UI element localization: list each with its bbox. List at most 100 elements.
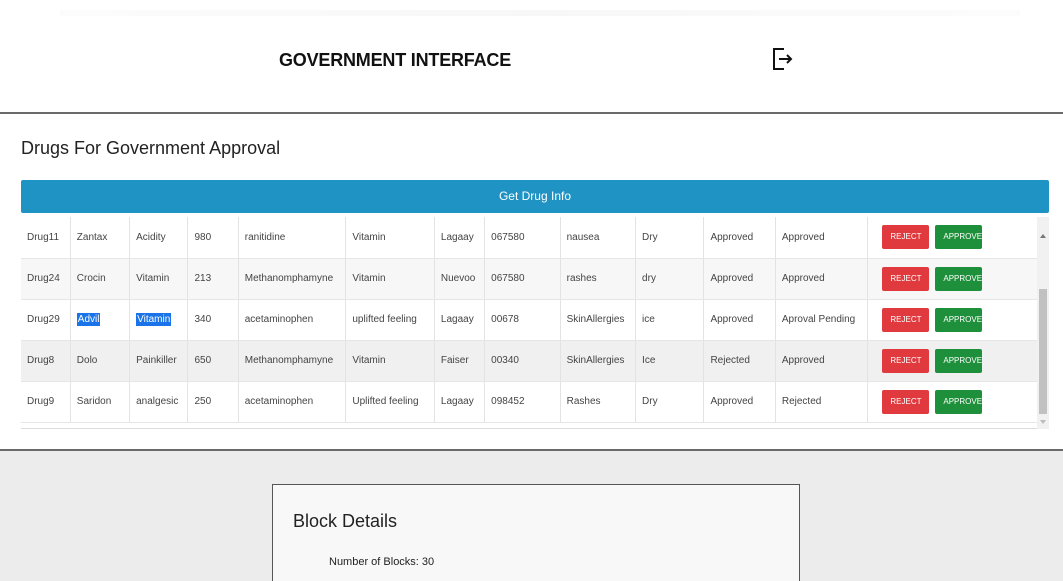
cell-text: Approved bbox=[781, 273, 825, 284]
cell-qty: 340 bbox=[187, 299, 239, 341]
cell-status1: Approved bbox=[703, 381, 776, 423]
get-drug-info-button[interactable]: Get Drug Info bbox=[21, 180, 1049, 213]
cell-category: Vitamin bbox=[129, 299, 189, 341]
cell-text: Methanomphamyne bbox=[244, 355, 334, 366]
page-title: GOVERNMENT INTERFACE bbox=[279, 50, 512, 70]
cell-status1: Rejected bbox=[703, 340, 776, 382]
cell-text: ice bbox=[642, 314, 655, 325]
cell-text: ranitidine bbox=[244, 231, 286, 243]
cell-storage: Dry bbox=[635, 217, 705, 259]
cell-text: Approved bbox=[710, 273, 754, 284]
reject-button[interactable]: REJECT bbox=[882, 307, 930, 332]
cell-text: 213 bbox=[194, 273, 212, 284]
cell-text: Painkiller bbox=[136, 355, 177, 366]
cell-text: Lagaay bbox=[440, 314, 474, 325]
cell-name: Advil bbox=[70, 299, 131, 341]
cell-text: Approved bbox=[781, 231, 825, 243]
header-divider bbox=[0, 112, 1063, 114]
cell-composition: Methanomphamyne bbox=[238, 258, 347, 300]
cell-text: Aproval Pending bbox=[781, 314, 856, 325]
cell-storage: ice bbox=[635, 299, 705, 341]
cell-manufacturer: Lagaay bbox=[434, 381, 486, 423]
cell-name: Crocin bbox=[70, 258, 131, 300]
cell-text: Crocin bbox=[76, 273, 106, 284]
reject-button[interactable]: REJECT bbox=[882, 348, 930, 373]
cell-text: Drug29 bbox=[27, 314, 60, 325]
cell-composition: acetaminophen bbox=[238, 381, 347, 423]
cell-storage: Dry bbox=[635, 381, 705, 423]
cell-text: Rejected bbox=[710, 355, 750, 366]
cell-storage: Ice bbox=[635, 340, 705, 382]
cell-qty: 650 bbox=[187, 340, 239, 382]
cell-side-effect: nausea bbox=[560, 217, 637, 259]
cell-manufacturer: Lagaay bbox=[434, 299, 486, 341]
cell-qty: 250 bbox=[187, 381, 239, 423]
approve-button[interactable]: APPROVE bbox=[935, 225, 983, 250]
block-details-panel: Block Details Number of Blocks: 30 bbox=[272, 484, 800, 581]
cell-name: Saridon bbox=[70, 381, 131, 423]
cell-text: Vitamin bbox=[352, 231, 386, 243]
cell-actions: REJECT APPROVE bbox=[867, 299, 1039, 341]
block-details-title: Block Details bbox=[293, 511, 398, 531]
table-row: Drug24 Crocin Vitamin 213 Methanomphamyne Vit… bbox=[21, 258, 1039, 300]
cell-text: Nuevoo bbox=[440, 273, 476, 284]
cell-id: Drug8 bbox=[21, 340, 71, 382]
cell-category: analgesic bbox=[129, 381, 189, 423]
cell-side-effect: Rashes bbox=[560, 381, 637, 423]
cell-text: Rejected bbox=[781, 396, 822, 407]
table-scrollbar[interactable] bbox=[1037, 217, 1049, 429]
reject-button[interactable]: REJECT bbox=[882, 225, 930, 250]
cell-id: Drug29 bbox=[21, 299, 71, 341]
cell-status2: Rejected bbox=[775, 381, 869, 423]
cell-qty: 980 bbox=[187, 217, 239, 259]
cell-text: Acidity bbox=[136, 231, 166, 243]
approve-button[interactable]: APPROVE bbox=[935, 389, 983, 414]
section-title: Drugs For Government Approval bbox=[21, 138, 281, 158]
cell-code: 067580 bbox=[484, 217, 561, 259]
logout-icon[interactable] bbox=[771, 47, 793, 71]
cell-id: Drug11 bbox=[21, 217, 71, 259]
cell-manufacturer: Faiser bbox=[434, 340, 486, 382]
cell-composition: acetaminophen bbox=[238, 299, 347, 341]
cell-category: Acidity bbox=[129, 217, 189, 259]
approve-button[interactable]: APPROVE bbox=[935, 307, 983, 332]
cell-text: Vitamin bbox=[136, 273, 170, 284]
cell-effect: Vitamin bbox=[345, 258, 435, 300]
approve-button[interactable]: APPROVE bbox=[935, 348, 983, 373]
scroll-up-arrow-icon[interactable] bbox=[1040, 234, 1046, 238]
cell-text: Approved bbox=[781, 355, 825, 366]
scroll-down-arrow-icon[interactable] bbox=[1040, 420, 1046, 424]
cell-status2: Approved bbox=[775, 258, 869, 300]
cell-category: Painkiller bbox=[129, 340, 189, 382]
cell-manufacturer: Nuevoo bbox=[434, 258, 486, 300]
cell-code: 098452 bbox=[484, 381, 561, 423]
cell-id: Drug24 bbox=[21, 258, 71, 300]
header-faint-strip bbox=[60, 10, 1020, 16]
cell-text: Methanomphamyne bbox=[244, 273, 334, 284]
cell-text: Dry bbox=[642, 231, 658, 243]
scroll-thumb[interactable] bbox=[1039, 289, 1047, 414]
cell-text: dry bbox=[642, 273, 656, 284]
approve-button[interactable]: APPROVE bbox=[935, 266, 983, 291]
cell-status1: Approved bbox=[703, 299, 776, 341]
cell-text: rashes bbox=[566, 273, 597, 284]
cell-side-effect: rashes bbox=[560, 258, 637, 300]
table-row: Drug8 Dolo Painkiller 650 Methanomphamyne Vit… bbox=[21, 340, 1039, 382]
cell-code: 067580 bbox=[484, 258, 561, 300]
reject-button[interactable]: REJECT bbox=[882, 389, 930, 414]
cell-text: 980 bbox=[194, 231, 212, 243]
reject-button[interactable]: REJECT bbox=[882, 266, 930, 291]
cell-actions: REJECT APPROVE bbox=[867, 258, 1039, 300]
cell-text: Dry bbox=[642, 396, 658, 407]
drugs-table: Drug11 Zantax Acidity 980 ranitidine Vitamin L… bbox=[21, 217, 1049, 429]
cell-category: Vitamin bbox=[129, 258, 189, 300]
cell-text: 650 bbox=[194, 355, 212, 366]
cell-text: acetaminophen bbox=[244, 314, 314, 325]
cell-manufacturer: Lagaay bbox=[434, 217, 486, 259]
table-row: Drug9 Saridon analgesic 250 acetaminophen Upl… bbox=[21, 381, 1039, 423]
cell-text: 098452 bbox=[491, 396, 525, 407]
cell-name: Dolo bbox=[70, 340, 131, 382]
cell-text: Uplifted feeling bbox=[352, 396, 419, 407]
cell-text: 340 bbox=[194, 314, 212, 325]
cell-effect: Uplifted feeling bbox=[345, 381, 435, 423]
